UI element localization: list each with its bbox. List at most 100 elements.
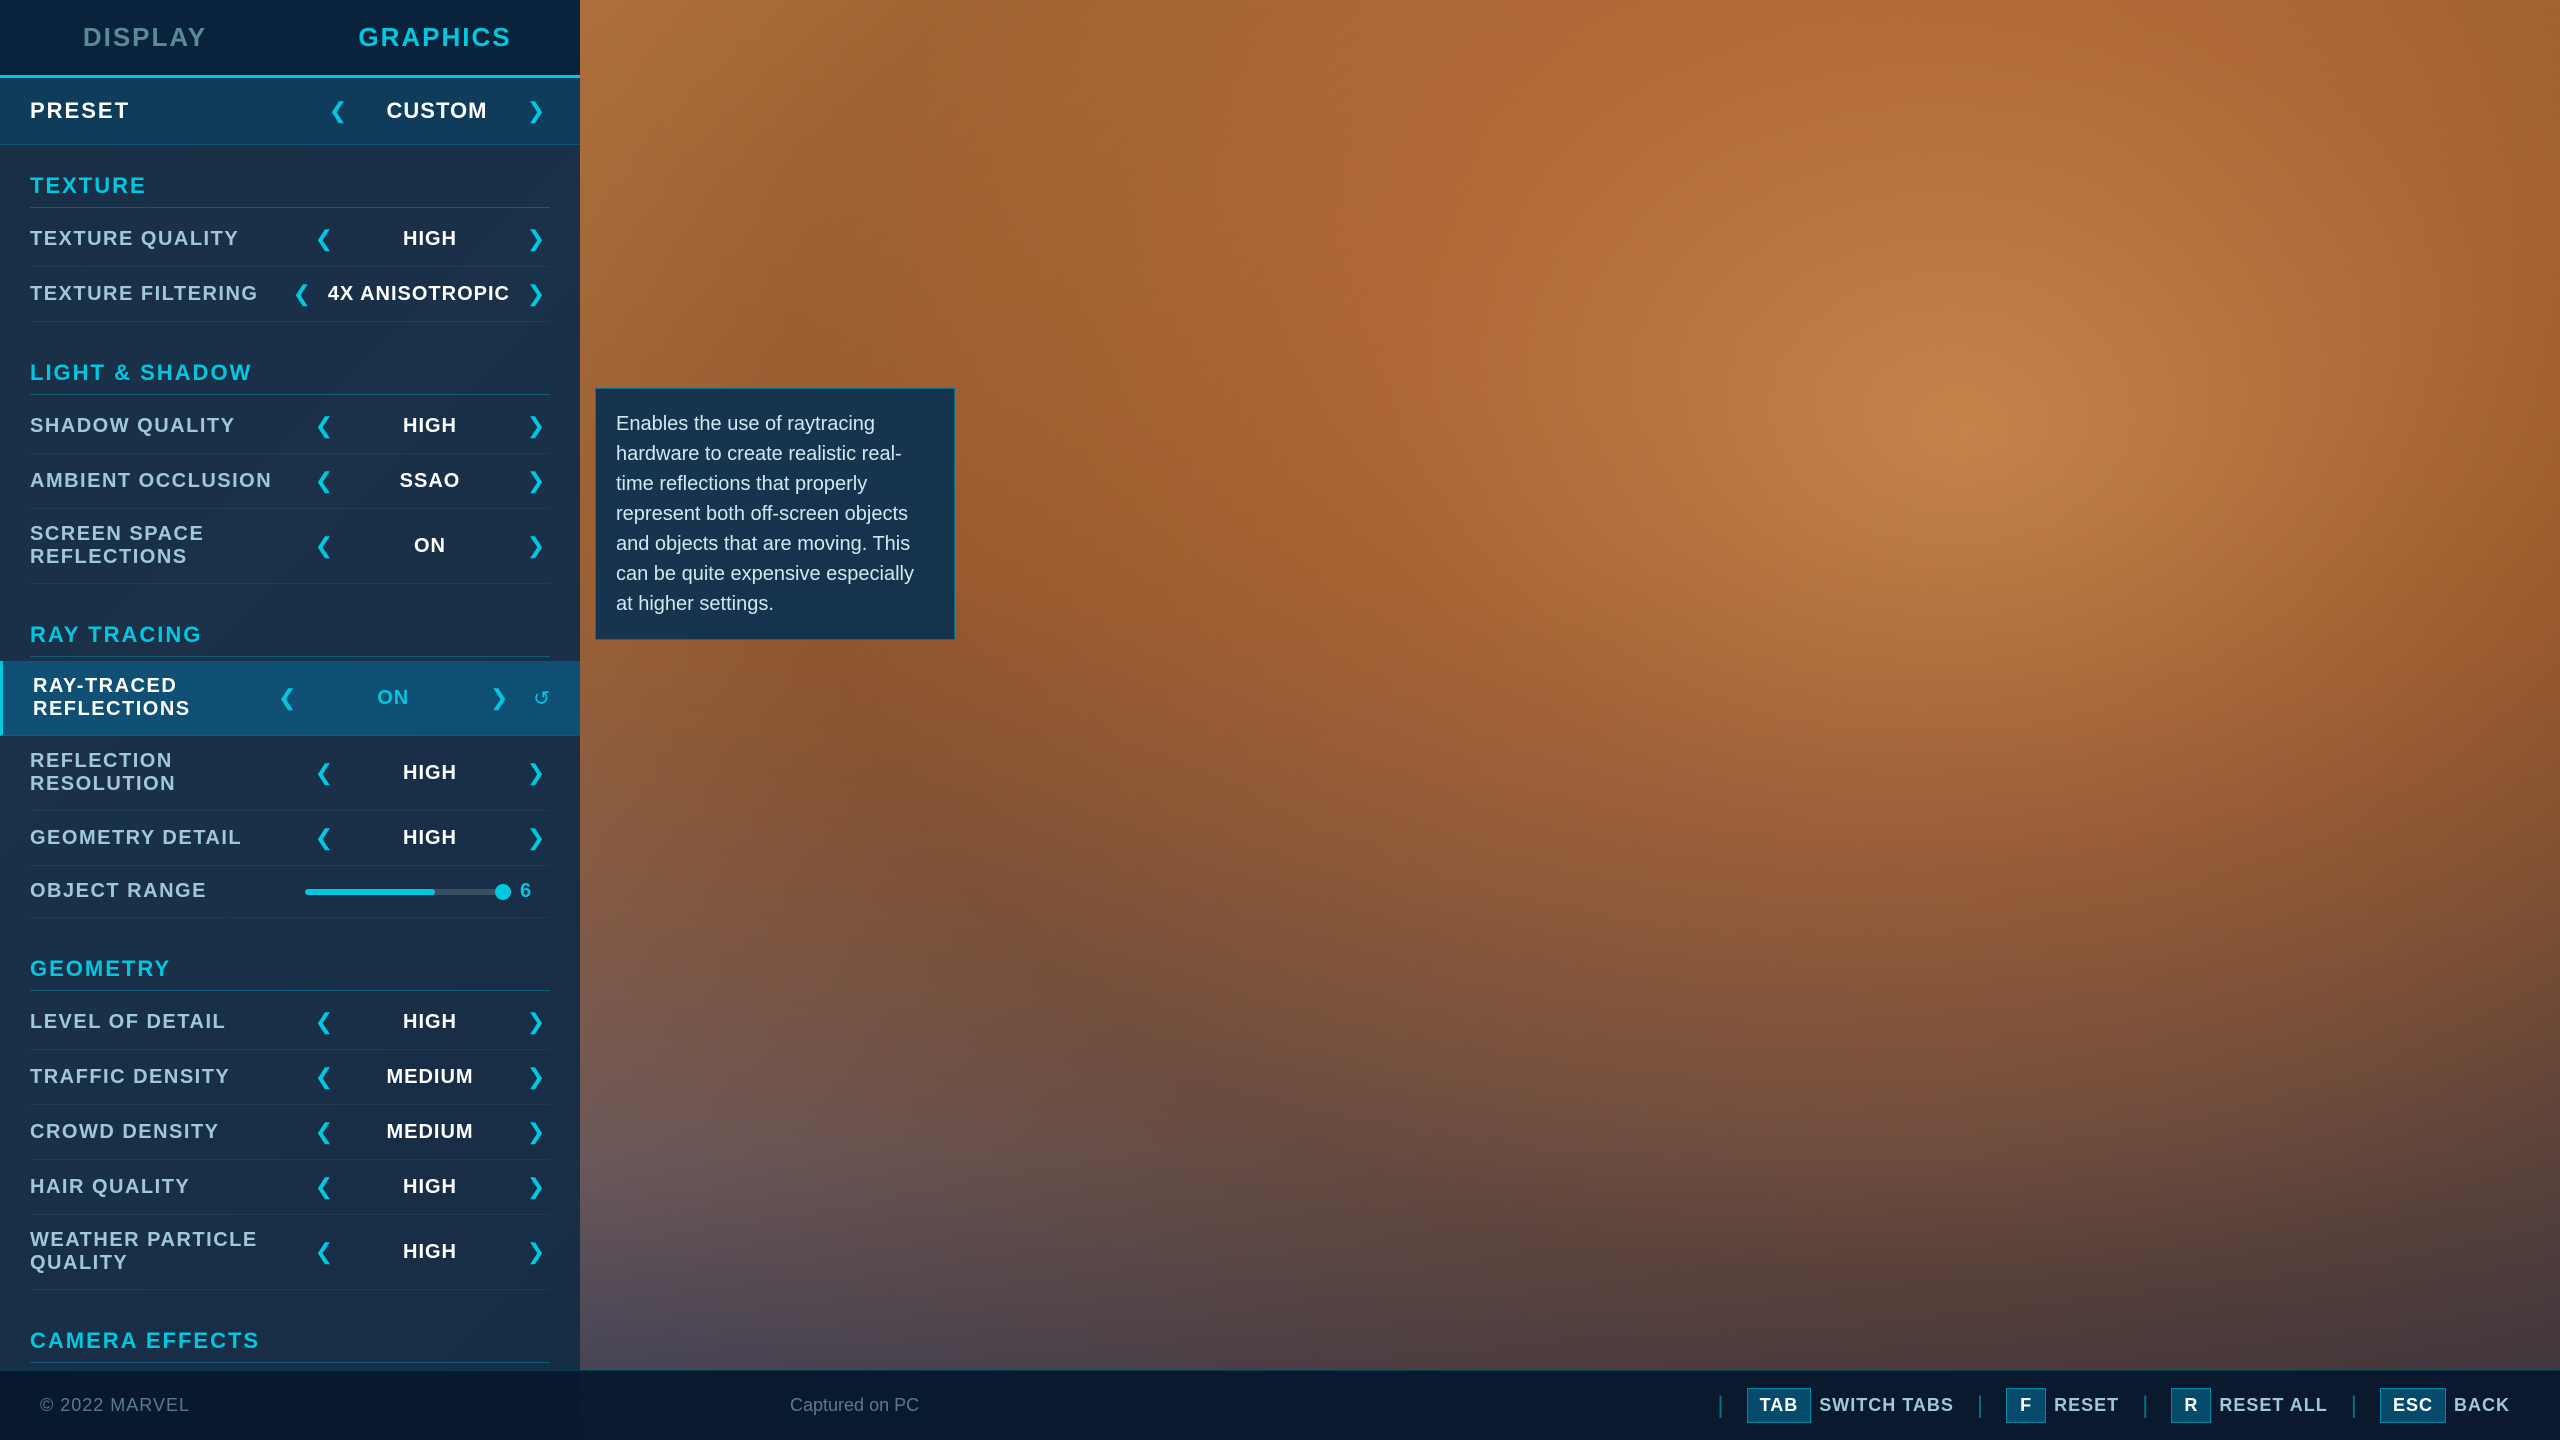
- weather-particle-left[interactable]: ❮: [310, 1239, 338, 1265]
- reflection-resolution-label: REFLECTION RESOLUTION: [30, 750, 310, 796]
- bottom-controls: | TAB SWITCH TABS | F RESET | R RESET AL…: [1712, 1388, 2520, 1423]
- ambient-occlusion-label: AMBIENT OCCLUSION: [30, 470, 310, 493]
- screen-space-right[interactable]: ❯: [522, 533, 550, 559]
- texture-filtering-right[interactable]: ❯: [522, 281, 550, 307]
- preset-value: CUSTOM: [367, 98, 507, 124]
- texture-filtering-left[interactable]: ❮: [288, 281, 316, 307]
- geometry-detail-value: HIGH: [350, 827, 510, 850]
- spiderman-background: [580, 0, 2560, 1440]
- preset-controls: ❮ CUSTOM ❯: [324, 98, 550, 124]
- ray-traced-reset[interactable]: ↺: [533, 686, 550, 711]
- geometry-detail-right[interactable]: ❯: [522, 825, 550, 851]
- object-range-value: 6: [520, 880, 550, 903]
- ray-tracing-title: RAY TRACING: [30, 612, 550, 657]
- texture-filtering-row: TEXTURE FILTERING ❮ 4X ANISOTROPIC ❯: [30, 267, 550, 322]
- hair-quality-left[interactable]: ❮: [310, 1174, 338, 1200]
- settings-panel: DISPLAY GRAPHICS PRESET ❮ CUSTOM ❯ TEXTU…: [0, 0, 580, 1440]
- copyright-text: © 2022 MARVEL: [40, 1395, 190, 1416]
- tab-key-label: SWITCH TABS: [1819, 1395, 1954, 1416]
- esc-key-label: BACK: [2454, 1395, 2510, 1416]
- level-of-detail-right[interactable]: ❯: [522, 1009, 550, 1035]
- level-of-detail-value: HIGH: [350, 1011, 510, 1034]
- texture-quality-right[interactable]: ❯: [522, 226, 550, 252]
- reflection-resolution-controls: ❮ HIGH ❯: [310, 760, 550, 786]
- texture-quality-label: TEXTURE QUALITY: [30, 228, 310, 251]
- hair-quality-row: HAIR QUALITY ❮ HIGH ❯: [30, 1160, 550, 1215]
- reflection-resolution-left[interactable]: ❮: [310, 760, 338, 786]
- separator-1: |: [1717, 1392, 1723, 1420]
- ray-traced-left[interactable]: ❮: [273, 685, 301, 711]
- camera-effects-section: CAMERA EFFECTS: [0, 1300, 580, 1377]
- texture-filtering-value: 4X ANISOTROPIC: [328, 283, 510, 306]
- ambient-occlusion-right[interactable]: ❯: [522, 468, 550, 494]
- tab-hint: TAB SWITCH TABS: [1747, 1388, 1954, 1423]
- object-range-label: OBJECT RANGE: [30, 880, 290, 903]
- crowd-density-left[interactable]: ❮: [310, 1119, 338, 1145]
- texture-filtering-controls: ❮ 4X ANISOTROPIC ❯: [288, 281, 550, 307]
- tooltip-text: Enables the use of raytracing hardware t…: [616, 409, 934, 619]
- texture-quality-controls: ❮ HIGH ❯: [310, 226, 550, 252]
- hair-quality-label: HAIR QUALITY: [30, 1176, 310, 1199]
- screen-space-left[interactable]: ❮: [310, 533, 338, 559]
- texture-quality-row: TEXTURE QUALITY ❮ HIGH ❯: [30, 212, 550, 267]
- tab-display[interactable]: DISPLAY: [0, 0, 290, 75]
- texture-section: TEXTURE TEXTURE QUALITY ❮ HIGH ❯ TEXTURE…: [0, 145, 580, 332]
- r-key-badge: R: [2171, 1388, 2211, 1423]
- shadow-quality-value: HIGH: [350, 415, 510, 438]
- camera-effects-title: CAMERA EFFECTS: [30, 1318, 550, 1363]
- separator-3: |: [2142, 1392, 2148, 1420]
- tab-graphics[interactable]: GRAPHICS: [290, 0, 580, 78]
- object-range-thumb[interactable]: [495, 884, 511, 900]
- object-range-slider-container: 6: [290, 880, 550, 903]
- object-range-row: OBJECT RANGE 6: [30, 866, 550, 918]
- texture-quality-left[interactable]: ❮: [310, 226, 338, 252]
- shadow-quality-left[interactable]: ❮: [310, 413, 338, 439]
- settings-content[interactable]: TEXTURE TEXTURE QUALITY ❮ HIGH ❯ TEXTURE…: [0, 145, 580, 1440]
- ray-traced-reflections-row[interactable]: RAY-TRACED REFLECTIONS ❮ ON ❯ ↺: [0, 661, 580, 736]
- ray-traced-value: ON: [313, 687, 473, 710]
- level-of-detail-left[interactable]: ❮: [310, 1009, 338, 1035]
- separator-2: |: [1977, 1392, 1983, 1420]
- texture-quality-value: HIGH: [350, 228, 510, 251]
- geometry-detail-label: GEOMETRY DETAIL: [30, 827, 310, 850]
- reflection-resolution-right[interactable]: ❯: [522, 760, 550, 786]
- hair-quality-right[interactable]: ❯: [522, 1174, 550, 1200]
- ambient-occlusion-row: AMBIENT OCCLUSION ❮ SSAO ❯: [30, 454, 550, 509]
- screen-space-reflections-controls: ❮ ON ❯: [310, 533, 550, 559]
- geometry-detail-left[interactable]: ❮: [310, 825, 338, 851]
- traffic-density-label: TRAFFIC DENSITY: [30, 1066, 310, 1089]
- ray-tracing-section: RAY TRACING RAY-TRACED REFLECTIONS ❮ ON …: [0, 594, 580, 928]
- preset-right-arrow[interactable]: ❯: [522, 98, 550, 124]
- preset-left-arrow[interactable]: ❮: [324, 98, 352, 124]
- traffic-density-right[interactable]: ❯: [522, 1064, 550, 1090]
- shadow-quality-row: SHADOW QUALITY ❮ HIGH ❯: [30, 399, 550, 454]
- weather-particle-right[interactable]: ❯: [522, 1239, 550, 1265]
- tab-header: DISPLAY GRAPHICS: [0, 0, 580, 78]
- ambient-occlusion-left[interactable]: ❮: [310, 468, 338, 494]
- shadow-quality-right[interactable]: ❯: [522, 413, 550, 439]
- traffic-density-left[interactable]: ❮: [310, 1064, 338, 1090]
- crowd-density-right[interactable]: ❯: [522, 1119, 550, 1145]
- reflection-resolution-value: HIGH: [350, 762, 510, 785]
- tab-key-badge: TAB: [1747, 1388, 1812, 1423]
- ray-traced-right[interactable]: ❯: [485, 685, 513, 711]
- shadow-quality-controls: ❮ HIGH ❯: [310, 413, 550, 439]
- separator-4: |: [2351, 1392, 2357, 1420]
- light-shadow-title: LIGHT & SHADOW: [30, 350, 550, 395]
- object-range-track[interactable]: [305, 889, 505, 895]
- traffic-density-row: TRAFFIC DENSITY ❮ MEDIUM ❯: [30, 1050, 550, 1105]
- ambient-occlusion-controls: ❮ SSAO ❯: [310, 468, 550, 494]
- crowd-density-row: CROWD DENSITY ❮ MEDIUM ❯: [30, 1105, 550, 1160]
- ambient-occlusion-value: SSAO: [350, 470, 510, 493]
- level-of-detail-row: LEVEL OF DETAIL ❮ HIGH ❯: [30, 995, 550, 1050]
- geometry-section-title: GEOMETRY: [30, 946, 550, 991]
- texture-section-title: TEXTURE: [30, 163, 550, 208]
- traffic-density-value: MEDIUM: [350, 1066, 510, 1089]
- f-key-label: RESET: [2054, 1395, 2119, 1416]
- shadow-quality-label: SHADOW QUALITY: [30, 415, 310, 438]
- geometry-detail-row: GEOMETRY DETAIL ❮ HIGH ❯: [30, 811, 550, 866]
- level-of-detail-controls: ❮ HIGH ❯: [310, 1009, 550, 1035]
- preset-label: PRESET: [30, 98, 324, 124]
- weather-particle-controls: ❮ HIGH ❯: [310, 1239, 550, 1265]
- weather-particle-value: HIGH: [350, 1241, 510, 1264]
